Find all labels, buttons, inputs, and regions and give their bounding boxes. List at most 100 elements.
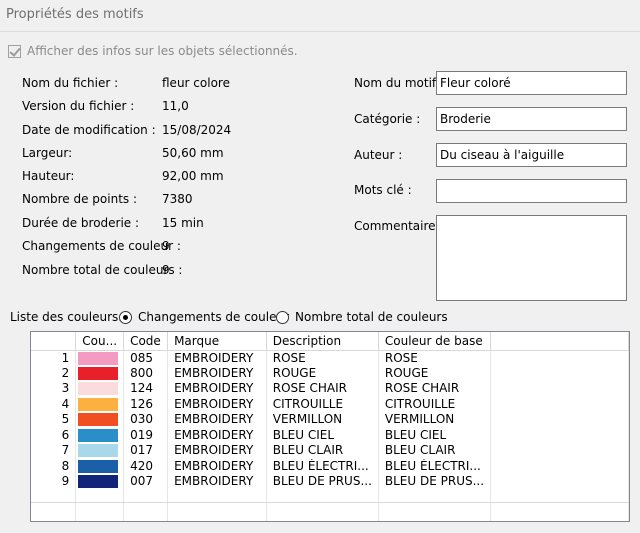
thread-brand: EMBROIDERY: [167, 365, 267, 381]
author-label: Auteur :: [354, 148, 403, 162]
row-filler: [490, 412, 629, 428]
author-input[interactable]: [436, 143, 627, 167]
row-number: 8: [31, 458, 77, 474]
color-table[interactable]: Cou... Code Marque Description Couleur d…: [30, 331, 630, 522]
row-number: 6: [31, 427, 77, 443]
color-swatch: [78, 428, 119, 442]
thread-brand: EMBROIDERY: [167, 443, 267, 459]
col-header-brand[interactable]: Marque: [167, 332, 267, 351]
file-version-value: 11,0: [162, 99, 189, 113]
thread-base-color: ROSE: [378, 350, 492, 366]
height-label: Hauteur:: [22, 169, 75, 183]
table-header-row: Cou... Code Marque Description Couleur d…: [31, 332, 629, 351]
color-changes-option[interactable]: Changements de couleur: [119, 310, 289, 324]
table-row[interactable]: 4 126 EMBROIDERY CITROUILLE CITROUILLE: [31, 396, 629, 412]
color-swatch: [78, 413, 119, 427]
table-row[interactable]: 5 030 EMBROIDERY VERMILLON VERMILLON: [31, 412, 629, 428]
row-number: 5: [31, 412, 77, 428]
row-filler: [490, 381, 629, 397]
width-value: 50,60 mm: [162, 146, 224, 160]
row-number: 2: [31, 365, 77, 381]
table-row[interactable]: 7 017 EMBROIDERY BLEU CLAIR BLEU CLAIR: [31, 443, 629, 459]
modified-date-label: Date de modification :: [22, 123, 156, 137]
total-colors-value: 9: [162, 263, 170, 277]
thread-base-color: BLEU CLAIR: [378, 443, 492, 459]
col-header-color[interactable]: Cou...: [75, 332, 125, 351]
color-swatch-cell: [75, 427, 125, 443]
color-swatch: [78, 382, 119, 396]
thread-code: 030: [123, 412, 169, 428]
thread-description: BLEU DE PRUS...: [266, 474, 379, 490]
color-changes-radio[interactable]: [119, 310, 132, 324]
table-row[interactable]: 9 007 EMBROIDERY BLEU DE PRUS... BLEU DE PRU…: [31, 474, 629, 490]
total-colors-radio[interactable]: [276, 310, 289, 324]
motif-name-input[interactable]: [436, 71, 627, 95]
empty-row: [31, 520, 629, 521]
total-colors-option-label: Nombre total de couleurs: [295, 310, 448, 324]
thread-code: 126: [123, 396, 169, 412]
color-swatch: [78, 366, 119, 380]
thread-description: BLEU CLAIR: [266, 443, 379, 459]
row-number: 9: [31, 474, 77, 490]
thread-brand: EMBROIDERY: [167, 412, 267, 428]
row-filler: [490, 365, 629, 381]
table-row[interactable]: 1 085 EMBROIDERY ROSE ROSE: [31, 350, 629, 366]
keywords-label: Mots clé :: [354, 183, 412, 197]
color-swatch-cell: [75, 412, 125, 428]
thread-base-color: BLEU ÉLECTRI...: [378, 458, 492, 474]
color-swatch: [78, 475, 119, 489]
modified-date-value: 15/08/2024: [162, 123, 232, 137]
color-swatch-cell: [75, 350, 125, 366]
thread-description: BLEU ÉLECTRI...: [266, 458, 379, 474]
total-colors-label: Nombre total de couleurs :: [22, 263, 183, 277]
show-info-label: Afficher des infos sur les objets sélect…: [27, 44, 298, 58]
keywords-input[interactable]: [436, 179, 627, 203]
col-header-base-color[interactable]: Couleur de base: [378, 332, 492, 351]
table-row[interactable]: 8 420 EMBROIDERY BLEU ÉLECTRI... BLEU ÉLECTR…: [31, 458, 629, 474]
col-header-filler: [490, 332, 629, 351]
color-list-label: Liste des couleurs:: [10, 310, 123, 324]
color-swatch: [78, 351, 119, 365]
show-info-option: Afficher des infos sur les objets sélect…: [8, 43, 298, 59]
thread-code: 019: [123, 427, 169, 443]
color-swatch-cell: [75, 443, 125, 459]
thread-code: 085: [123, 350, 169, 366]
category-label: Catégorie :: [354, 112, 421, 126]
color-swatch-cell: [75, 396, 125, 412]
color-changes-option-label: Changements de couleur: [138, 310, 290, 324]
color-swatch-cell: [75, 474, 125, 490]
thread-code: 800: [123, 365, 169, 381]
thread-code: 420: [123, 458, 169, 474]
color-swatch-cell: [75, 365, 125, 381]
table-row[interactable]: 3 124 EMBROIDERY ROSE CHAIR ROSE CHAIR: [31, 381, 629, 397]
comments-textarea[interactable]: [436, 215, 627, 301]
thread-description: ROSE: [266, 350, 379, 366]
category-input[interactable]: [436, 107, 627, 131]
row-number: 1: [31, 350, 77, 366]
color-changes-label: Changements de couleur :: [22, 239, 181, 253]
row-filler: [490, 443, 629, 459]
col-header-code[interactable]: Code: [123, 332, 169, 351]
row-number: 3: [31, 381, 77, 397]
motif-name-label: Nom du motif :: [354, 76, 445, 90]
table-row[interactable]: 2 800 EMBROIDERY ROUGE ROUGE: [31, 365, 629, 381]
row-filler: [490, 427, 629, 443]
thread-base-color: ROUGE: [378, 365, 492, 381]
thread-brand: EMBROIDERY: [167, 381, 267, 397]
show-info-checkbox: [8, 44, 21, 58]
thread-code: 124: [123, 381, 169, 397]
color-swatch: [78, 397, 119, 411]
table-row[interactable]: 6 019 EMBROIDERY BLEU CIEL BLEU CIEL: [31, 427, 629, 443]
thread-code: 017: [123, 443, 169, 459]
col-header-number[interactable]: [31, 332, 77, 351]
thread-description: ROSE CHAIR: [266, 381, 379, 397]
title-bar: Propriétés des motifs: [0, 0, 640, 32]
col-header-description[interactable]: Description: [266, 332, 379, 351]
row-number: 4: [31, 396, 77, 412]
row-filler: [490, 474, 629, 490]
total-colors-option[interactable]: Nombre total de couleurs: [276, 310, 448, 324]
thread-base-color: BLEU DE PRUS...: [378, 474, 492, 490]
thread-description: BLEU CIEL: [266, 427, 379, 443]
file-name-label: Nom du fichier :: [22, 76, 119, 90]
row-number: 7: [31, 443, 77, 459]
